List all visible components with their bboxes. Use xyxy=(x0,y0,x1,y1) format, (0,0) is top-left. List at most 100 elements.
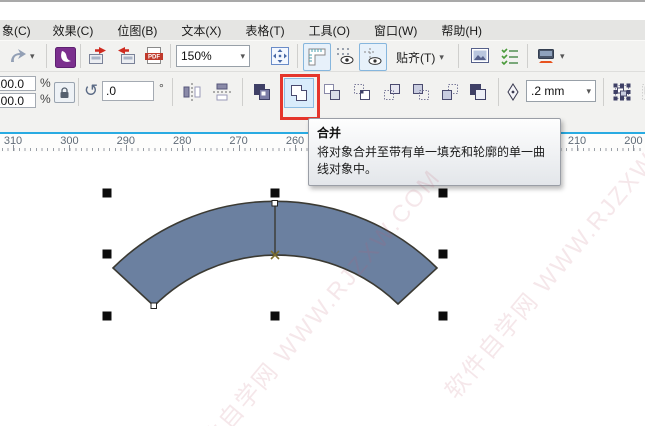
menu-bitmaps[interactable]: 位图(B) xyxy=(105,22,169,39)
degree-label: ° xyxy=(159,81,164,95)
mirror-horizontal-icon xyxy=(181,81,203,103)
intersect-button[interactable] xyxy=(350,80,374,104)
trim-icon xyxy=(321,81,343,103)
menu-bar: 象(C) 效果(C) 位图(B) 文本(X) 表格(T) 工具(O) 窗口(W)… xyxy=(0,20,645,40)
app-window: 象(C) 效果(C) 位图(B) 文本(X) 表格(T) 工具(O) 窗口(W)… xyxy=(0,0,645,426)
separator xyxy=(242,78,243,106)
pen-nib-icon xyxy=(506,83,520,101)
rulers-icon xyxy=(307,47,327,67)
scale-x-field[interactable]: 100.0 xyxy=(0,76,36,91)
mirror-horizontal-button[interactable] xyxy=(180,80,204,104)
chevron-down-icon: ▾ xyxy=(586,87,591,96)
trim-button[interactable] xyxy=(320,80,344,104)
menu-tools[interactable]: 工具(O) xyxy=(297,22,362,39)
scale-y-field[interactable]: 100.0 xyxy=(0,93,36,108)
front-minus-back-icon xyxy=(410,81,432,103)
app-launcher-button[interactable] xyxy=(534,44,558,68)
chevron-down-icon: ▾ xyxy=(240,52,245,61)
separator xyxy=(80,44,81,68)
separator xyxy=(297,44,298,68)
show-guidelines-button[interactable] xyxy=(359,43,387,71)
launcher-icon xyxy=(535,45,557,67)
front-minus-back-button[interactable] xyxy=(409,80,433,104)
back-minus-front-button[interactable] xyxy=(438,80,462,104)
snap-to-label: 贴齐(T) xyxy=(396,49,435,66)
separator xyxy=(46,44,47,68)
tooltip-body: 将对象合并至带有单一填充和轮廓的单一曲线对象中。 xyxy=(317,144,552,179)
menu-effects[interactable]: 效果(C) xyxy=(41,22,106,39)
grid-eye-icon xyxy=(334,45,356,67)
scale-x-value: 100.0 xyxy=(0,77,24,91)
rotation-angle-field[interactable]: .0 xyxy=(102,81,154,101)
outline-width-combo[interactable]: .2 mm ▾ xyxy=(526,80,596,102)
separator xyxy=(172,78,173,106)
separator xyxy=(78,78,79,106)
create-boundary-button[interactable] xyxy=(466,80,490,104)
ruler-major-tick xyxy=(633,145,634,151)
boundary-icon xyxy=(467,81,489,103)
selection-handles-icon xyxy=(611,81,633,103)
zoom-level-combo[interactable]: 150% ▾ xyxy=(176,45,250,67)
options-button[interactable] xyxy=(468,44,492,68)
menu-window[interactable]: 窗口(W) xyxy=(362,22,429,39)
import-button[interactable] xyxy=(86,44,110,68)
zoom-level-value: 150% xyxy=(181,49,212,63)
drawing-canvas[interactable] xyxy=(0,152,645,426)
separator xyxy=(458,44,459,68)
application-settings-button[interactable] xyxy=(498,44,522,68)
combine-button[interactable] xyxy=(250,80,274,104)
mirror-vertical-icon xyxy=(211,81,233,103)
combine-icon xyxy=(251,81,273,103)
export-icon xyxy=(115,45,137,67)
show-rulers-button[interactable] xyxy=(303,43,331,71)
import-icon xyxy=(87,45,109,67)
rotation-angle-value: .0 xyxy=(106,84,116,98)
svg-text:PDF: PDF xyxy=(148,55,160,61)
back-minus-front-icon xyxy=(439,81,461,103)
menu-table[interactable]: 表格(T) xyxy=(233,22,296,39)
menu-object[interactable]: 象(C) xyxy=(0,22,41,39)
redo-button[interactable] xyxy=(6,44,30,68)
outline-width-value: .2 mm xyxy=(531,84,564,98)
simplify-icon xyxy=(381,81,403,103)
wrap-text-button[interactable] xyxy=(610,80,634,104)
ruler-major-tick xyxy=(13,145,14,151)
menu-help[interactable]: 帮助(H) xyxy=(429,22,494,39)
rotate-icon: ↺ xyxy=(84,82,98,99)
lock-ratio-button[interactable] xyxy=(54,82,75,103)
scale-y-value: 100.0 xyxy=(0,94,24,108)
separator xyxy=(527,44,528,68)
powertrace-button[interactable] xyxy=(53,45,77,69)
redo-dropdown[interactable]: ▾ xyxy=(30,52,35,61)
snap-to-button[interactable]: 贴齐(T) ▾ xyxy=(396,49,444,66)
ruler-major-tick xyxy=(239,145,240,151)
red-highlight-annotation xyxy=(280,74,320,120)
standard-toolbar: ▾ PDF xyxy=(0,40,645,72)
pdf-icon: PDF xyxy=(143,45,165,67)
publish-pdf-button[interactable]: PDF xyxy=(142,44,166,68)
titlebar-strip xyxy=(0,2,645,20)
pan-arrows-icon xyxy=(269,45,291,67)
simplify-button[interactable] xyxy=(380,80,404,104)
mirror-vertical-button[interactable] xyxy=(210,80,234,104)
show-grid-button[interactable] xyxy=(333,44,357,68)
percent-x-label: % xyxy=(40,76,51,90)
ruler-major-tick xyxy=(182,145,183,151)
outline-width-label xyxy=(504,80,522,104)
guidelines-eye-icon xyxy=(363,47,383,67)
menu-text[interactable]: 文本(X) xyxy=(169,22,233,39)
redo-icon xyxy=(8,47,28,65)
percent-y-label: % xyxy=(40,92,51,106)
export-button[interactable] xyxy=(114,44,138,68)
launcher-dropdown[interactable]: ▾ xyxy=(560,52,565,61)
intersect-icon xyxy=(351,81,373,103)
green-list-icon xyxy=(499,45,521,67)
ruler-major-tick xyxy=(577,145,578,151)
ruler-major-tick xyxy=(126,145,127,151)
weld-tooltip: 合并 将对象合并至带有单一填充和轮廓的单一曲线对象中。 xyxy=(308,118,561,186)
ruler-major-tick xyxy=(295,145,296,151)
separator xyxy=(603,78,604,106)
fullscreen-preview-button[interactable] xyxy=(268,44,292,68)
lock-icon xyxy=(59,87,70,99)
property-bar: 100.0 % 100.0 % ↺ .0 ° xyxy=(0,71,645,112)
